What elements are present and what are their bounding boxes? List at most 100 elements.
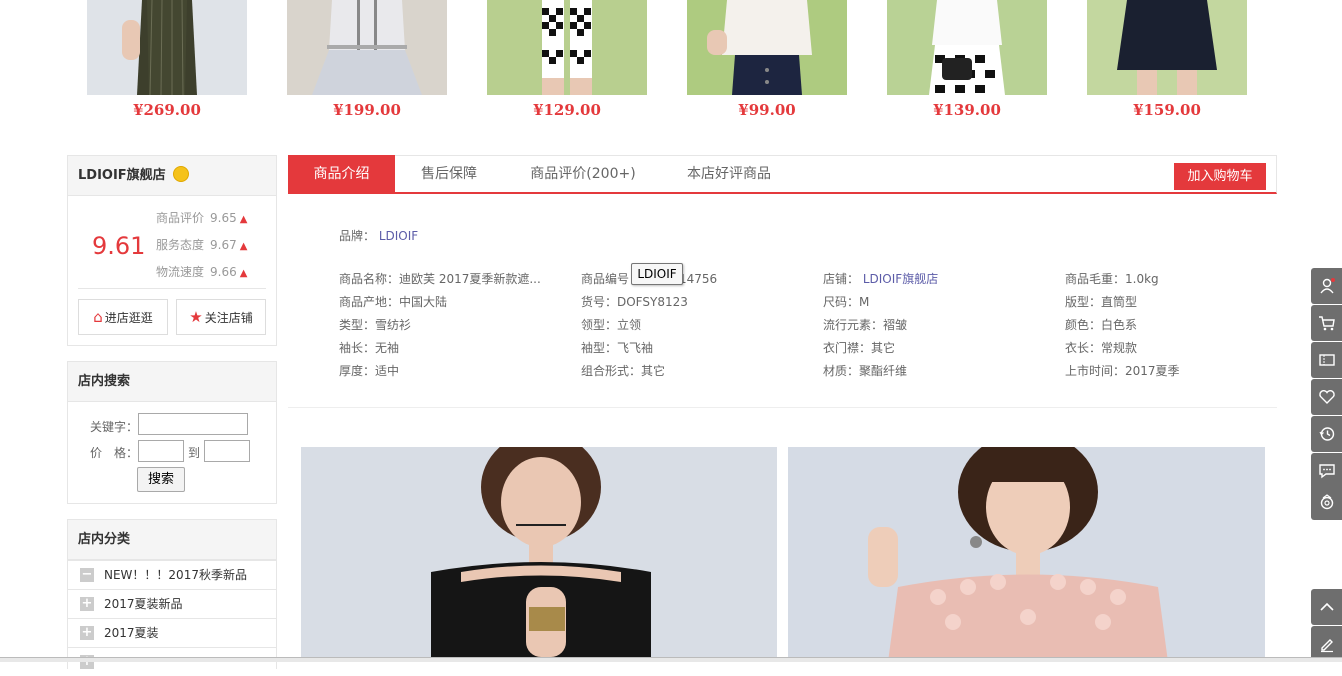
product-card[interactable]: ¥139.00 — [887, 0, 1047, 119]
attr-release: 上市时间：2017夏季 — [1065, 364, 1180, 378]
brand-link[interactable]: LDIOIF — [379, 229, 418, 243]
tab-after-sales[interactable]: 售后保障 — [409, 156, 489, 193]
detail-image-1 — [301, 447, 777, 662]
arrow-up-icon: ▲ — [239, 241, 248, 252]
product-image[interactable] — [887, 0, 1047, 95]
product-price: ¥129.00 — [533, 101, 601, 119]
favorites-button[interactable] — [1311, 379, 1342, 415]
expand-icon[interactable]: + — [80, 597, 94, 611]
back-to-top-button[interactable] — [1311, 589, 1342, 625]
rating-label: 服务态度 — [156, 238, 205, 252]
product-price: ¥199.00 — [333, 101, 401, 119]
cart-button[interactable] — [1311, 305, 1342, 341]
shop-info-panel: LDIOIF旗舰店 9.61 商品评价 9.65 ▲ 服务态度 9.67 ▲ 物流速度 9… — [67, 155, 277, 346]
category-label: NEW！！！2017秋季新品 — [104, 568, 247, 582]
price-min-input[interactable] — [138, 440, 184, 462]
attr-shop: 店铺： LDIOIF旗舰店 — [823, 272, 939, 286]
feedback-icon — [1320, 639, 1333, 653]
arrow-up-icon: ▲ — [239, 268, 248, 279]
user-icon — [1319, 278, 1335, 294]
rating-label: 物流速度 — [156, 265, 205, 279]
enter-shop-button[interactable]: ⌂ 进店逛逛 — [78, 299, 168, 335]
price-label: 价 格： — [90, 446, 139, 460]
attr-weight: 商品毛重：1.0kg — [1065, 272, 1159, 286]
product-image[interactable] — [87, 0, 247, 95]
attr-length: 衣长：常规款 — [1065, 341, 1138, 355]
category-item[interactable]: +2017夏装 — [68, 618, 276, 647]
detail-image-2 — [788, 447, 1265, 662]
product-card[interactable]: ¥129.00 — [487, 0, 647, 119]
product-image[interactable] — [487, 0, 647, 95]
product-price: ¥99.00 — [738, 101, 796, 119]
expand-icon[interactable]: + — [80, 626, 94, 640]
gold-medal-icon — [173, 166, 190, 182]
product-card[interactable]: ¥199.00 — [287, 0, 447, 119]
shop-search-panel: 店内搜索 关键字： 价 格： 到 搜索 — [67, 361, 277, 504]
category-label: 2017夏装 — [104, 626, 159, 640]
product-price: ¥139.00 — [933, 101, 1001, 119]
attr-thickness: 厚度：适中 — [339, 364, 400, 378]
shop-categories-panel: 店内分类 −NEW！！！2017秋季新品 +2017夏装新品 +2017夏装 + — [67, 519, 277, 676]
history-icon — [1318, 427, 1334, 441]
shop-name[interactable]: LDIOIF旗舰店 — [78, 168, 166, 183]
arrow-up-icon: ▲ — [239, 214, 248, 225]
category-item[interactable]: +2017夏装新品 — [68, 589, 276, 618]
home-icon: ⌂ — [93, 308, 103, 326]
coupon-icon — [1318, 354, 1335, 366]
attr-material: 材质：聚酯纤维 — [823, 364, 908, 378]
attr-sleeve-type: 袖型：飞飞袖 — [581, 341, 654, 355]
product-card[interactable]: ¥269.00 — [87, 0, 247, 119]
shop-link[interactable]: LDIOIF旗舰店 — [863, 272, 938, 286]
attr-code-value: 14756 — [679, 272, 718, 286]
user-button[interactable] — [1311, 268, 1342, 304]
product-image[interactable] — [287, 0, 447, 95]
follow-shop-button[interactable]: ★ 关注店铺 — [176, 299, 266, 335]
product-card[interactable]: ¥99.00 — [687, 0, 847, 119]
rating-value: 9.67 — [210, 238, 237, 252]
attr-name: 商品名称：迪欧芙 2017夏季新款遮... — [339, 272, 541, 286]
tab-product-intro[interactable]: 商品介绍 — [288, 155, 395, 194]
product-image[interactable] — [687, 0, 847, 95]
attr-combo: 组合形式：其它 — [581, 364, 666, 378]
product-card[interactable]: ¥159.00 — [1087, 0, 1247, 119]
chat-icon — [1318, 464, 1335, 479]
category-item[interactable]: − NEW！！！2017秋季新品 — [68, 560, 276, 589]
categories-header: 店内分类 — [68, 520, 276, 560]
rating-value: 9.66 — [210, 265, 237, 279]
tooltip: LDIOIF — [631, 263, 683, 285]
cart-icon — [1318, 316, 1335, 331]
keyword-label: 关键字： — [90, 420, 139, 434]
rating-value: 9.65 — [210, 211, 237, 225]
to-label: 到 — [188, 446, 201, 460]
keyword-input[interactable] — [138, 413, 248, 435]
shop-header: LDIOIF旗舰店 — [68, 156, 276, 196]
coupon-button[interactable] — [1311, 342, 1342, 378]
rating-label: 商品评价 — [156, 211, 205, 225]
tab-reviews[interactable]: 商品评价(200+) — [525, 156, 641, 193]
rating-row: 服务态度 9.67 ▲ — [156, 236, 247, 253]
tab-top-rated[interactable]: 本店好评商品 — [679, 156, 779, 193]
category-label: 2017夏装新品 — [104, 597, 183, 611]
attr-origin: 商品产地：中国大陆 — [339, 295, 448, 309]
attr-collar: 领型：立领 — [581, 318, 642, 332]
add-to-cart-button[interactable]: 加入购物车 — [1174, 163, 1266, 190]
brand-row: 品牌： LDIOIF — [339, 227, 418, 244]
history-button[interactable] — [1311, 416, 1342, 452]
shop-score: 9.61 — [92, 232, 146, 260]
brand-label: 品牌： — [339, 229, 376, 243]
price-max-input[interactable] — [204, 440, 250, 462]
attr-size: 尺码：M — [823, 295, 870, 309]
product-image[interactable] — [1087, 0, 1247, 95]
collapse-icon[interactable]: − — [80, 568, 94, 582]
attr-fit: 版型：直筒型 — [1065, 295, 1138, 309]
service-button[interactable] — [1311, 484, 1342, 520]
attr-style: 流行元素：褶皱 — [823, 318, 908, 332]
search-header: 店内搜索 — [68, 362, 276, 402]
attr-item-no: 货号：DOFSY8123 — [581, 295, 688, 309]
back-to-top-icon — [1319, 602, 1334, 611]
product-price: ¥159.00 — [1133, 101, 1201, 119]
divider — [78, 288, 266, 289]
star-icon: ★ — [189, 308, 203, 326]
search-button[interactable]: 搜索 — [137, 467, 185, 492]
attr-color: 颜色：白色系 — [1065, 318, 1138, 332]
